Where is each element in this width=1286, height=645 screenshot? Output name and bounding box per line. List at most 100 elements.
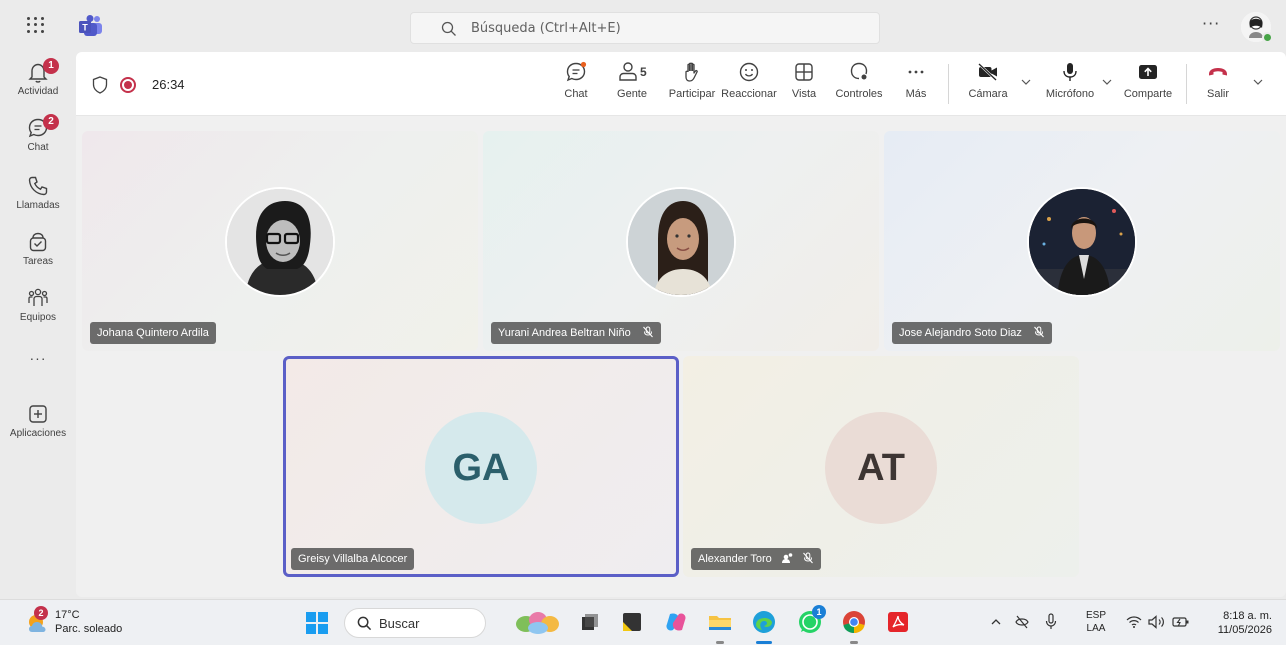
mic-muted-icon xyxy=(803,552,813,564)
participant-name-tag: Alexander Toro xyxy=(691,548,821,570)
weather-condition: Parc. soleado xyxy=(55,623,123,635)
add-apps-icon xyxy=(29,405,47,423)
running-indicator xyxy=(716,641,724,644)
hang-up-icon xyxy=(1209,68,1227,76)
participant-name-tag: Jose Alejandro Soto Diaz xyxy=(892,322,1052,344)
camera-options-chevron-icon[interactable] xyxy=(1021,78,1031,86)
camera-off-icon xyxy=(978,63,997,81)
taskbar-search[interactable]: Buscar xyxy=(344,608,486,638)
wifi-icon[interactable] xyxy=(1126,615,1142,629)
search-placeholder: Búsqueda (Ctrl+Alt+E) xyxy=(471,21,621,36)
active-app-indicator xyxy=(756,641,772,644)
participant-name: Johana Quintero Ardila xyxy=(97,327,209,339)
share-label: Comparte xyxy=(1123,88,1173,100)
microphone-label: Micrófono xyxy=(1045,88,1095,100)
mic-muted-icon xyxy=(642,326,653,338)
view-button[interactable]: Vista xyxy=(788,60,820,100)
people-button-label: Gente xyxy=(617,88,647,100)
meeting-toolbar: 26:34 Chat 5 Gente Participar Reaccionar… xyxy=(76,52,1286,116)
rail-item-label: Equipos xyxy=(19,312,57,323)
task-view-icon[interactable] xyxy=(576,608,604,636)
participant-name: Yurani Andrea Beltran Niño xyxy=(498,327,631,339)
profile-avatar[interactable] xyxy=(1241,12,1273,43)
camera-button[interactable]: Cámara xyxy=(964,60,1012,100)
microphone-options-chevron-icon[interactable] xyxy=(1102,78,1112,86)
keyboard-layout: LAA xyxy=(1086,623,1106,634)
windows-start-icon[interactable] xyxy=(306,612,328,634)
tasks-icon xyxy=(29,232,47,252)
participant-tile[interactable]: Johana Quintero Ardila xyxy=(82,131,478,351)
system-clock[interactable]: 8:18 a. m. 11/05/2026 xyxy=(1208,609,1272,637)
leave-options-chevron-icon[interactable] xyxy=(1253,78,1263,86)
weather-widget[interactable]: 17°C Parc. soleado xyxy=(55,608,122,636)
sticky-notes-icon[interactable] xyxy=(618,608,646,636)
svg-text:T: T xyxy=(82,23,88,33)
leave-button[interactable]: Salir xyxy=(1198,60,1238,100)
presence-available-icon xyxy=(1262,32,1273,43)
grid-view-icon xyxy=(795,63,813,81)
people-button[interactable]: 5 Gente xyxy=(608,60,656,100)
input-language[interactable]: ESP LAA xyxy=(1086,609,1106,635)
participant-initials-avatar: AT xyxy=(825,412,937,524)
leave-label: Salir xyxy=(1206,88,1229,100)
microphone-button[interactable]: Micrófono xyxy=(1040,60,1100,100)
participant-name: Greisy Villalba Alcocer xyxy=(298,553,408,565)
view-label: Vista xyxy=(791,88,817,100)
microphone-in-use-icon[interactable] xyxy=(1044,613,1058,631)
widgets-news-icon[interactable] xyxy=(512,608,562,636)
settings-more-button[interactable]: ··· xyxy=(1202,14,1220,33)
camera-privacy-icon[interactable] xyxy=(1014,614,1030,630)
rail-item-apps[interactable]: Aplicaciones xyxy=(0,402,76,439)
rail-item-tasks[interactable]: Tareas xyxy=(0,230,76,267)
mic-muted-icon xyxy=(1034,326,1044,338)
rail-item-calls[interactable]: Llamadas xyxy=(0,174,76,211)
participant-tile-active-speaker[interactable]: GA Greisy Villalba Alcocer xyxy=(283,356,679,577)
battery-charging-icon[interactable] xyxy=(1172,615,1190,629)
taskbar-search-label: Buscar xyxy=(379,616,420,631)
microphone-icon xyxy=(1063,63,1077,81)
weather-badge: 2 xyxy=(34,606,48,620)
chat-button[interactable]: Chat xyxy=(554,60,598,100)
emoji-icon xyxy=(739,62,759,82)
share-button[interactable]: Comparte xyxy=(1120,60,1176,100)
chat-icon xyxy=(566,61,587,82)
windows-taskbar: 2 17°C Parc. soleado Buscar 1 ESP LAA 8:… xyxy=(0,599,1286,645)
more-icon xyxy=(908,70,924,74)
participant-photo-icon xyxy=(628,189,734,295)
left-rail: 1 Actividad 2 Chat Llamadas Tareas Equip… xyxy=(0,52,76,597)
rail-more-button[interactable]: ··· xyxy=(0,350,76,366)
raise-hand-button[interactable]: Participar xyxy=(662,60,722,100)
shield-settings-icon xyxy=(850,62,868,80)
chrome-browser-icon[interactable] xyxy=(840,608,868,636)
participant-tile[interactable]: Yurani Andrea Beltran Niño xyxy=(483,131,879,351)
guest-user-icon xyxy=(781,553,793,563)
file-explorer-icon[interactable] xyxy=(706,608,734,636)
copilot-icon[interactable] xyxy=(662,608,690,636)
shield-icon[interactable] xyxy=(92,76,108,94)
people-icon xyxy=(619,62,637,81)
rail-item-teams[interactable]: Equipos xyxy=(0,286,76,323)
show-hidden-icons-chevron-icon[interactable] xyxy=(990,616,1002,628)
participant-tile[interactable]: AT Alexander Toro xyxy=(683,356,1079,577)
acrobat-reader-icon[interactable] xyxy=(884,608,912,636)
rail-item-label: Llamadas xyxy=(16,200,60,211)
react-button[interactable]: Reaccionar xyxy=(717,60,781,100)
rail-item-chat[interactable]: 2 Chat xyxy=(0,114,76,153)
more-label: Más xyxy=(905,88,927,100)
react-label: Reaccionar xyxy=(721,88,777,100)
participant-name: Jose Alejandro Soto Diaz xyxy=(899,327,1022,339)
rail-item-activity[interactable]: 1 Actividad xyxy=(0,58,76,97)
participant-name: Alexander Toro xyxy=(698,553,772,565)
participant-photo-icon xyxy=(227,189,333,295)
host-controls-button[interactable]: Controles xyxy=(831,60,887,100)
participant-avatar xyxy=(225,187,335,297)
rail-item-label: Aplicaciones xyxy=(9,428,67,439)
app-launcher-icon[interactable] xyxy=(24,14,46,36)
teams-logo-icon: T xyxy=(79,15,102,36)
edge-browser-icon[interactable] xyxy=(750,608,778,636)
search-input[interactable]: Búsqueda (Ctrl+Alt+E) xyxy=(410,12,880,44)
more-actions-button[interactable]: Más xyxy=(899,60,933,100)
volume-icon[interactable] xyxy=(1148,615,1166,629)
participant-tile[interactable]: Jose Alejandro Soto Diaz xyxy=(884,131,1280,351)
search-icon xyxy=(441,21,456,36)
